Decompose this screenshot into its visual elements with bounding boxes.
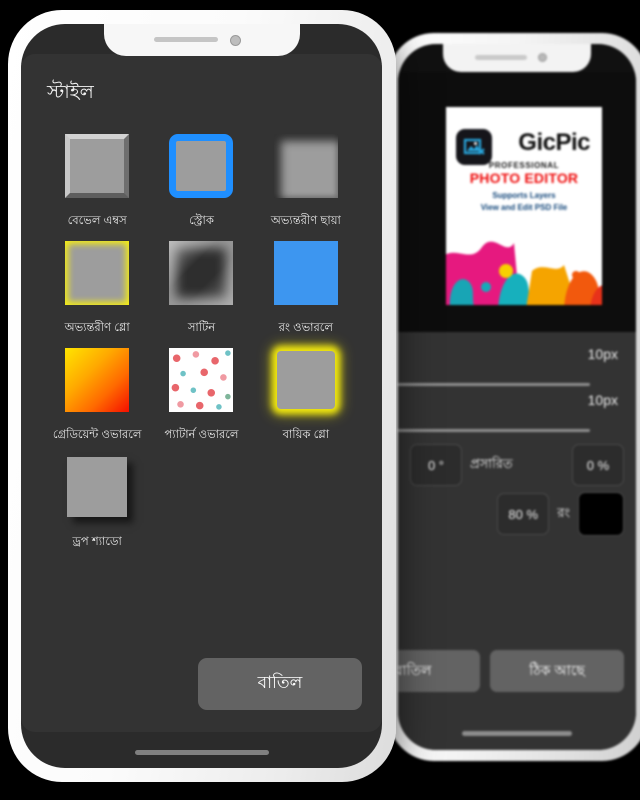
opacity-color-row: 80 % রং: [410, 492, 624, 536]
promo-image: GicPic PROFESSIONAL PHOTO EDITOR Support…: [446, 107, 602, 305]
style-item-bevel-emboss[interactable]: বেভেল এম্বস: [45, 130, 149, 231]
earpiece-speaker-icon: [153, 37, 218, 42]
gradient-overlay-thumb: [61, 344, 133, 416]
style-item-pattern-overlay[interactable]: প্যাটার্ন ওভারলে: [149, 344, 253, 445]
ok-button[interactable]: ঠিক আছে: [490, 650, 624, 692]
bevel-emboss-thumb: [61, 130, 133, 202]
opacity-field[interactable]: 80 %: [497, 493, 550, 535]
outer-glow-thumb: [270, 344, 342, 416]
style-item-label: ড্রপ শ্যাডো: [72, 536, 122, 548]
style-item-label: সাটিন: [187, 322, 216, 334]
style-item-stroke[interactable]: স্ট্রোক: [149, 130, 253, 231]
home-indicator[interactable]: [462, 731, 572, 736]
cancel-button[interactable]: বাতিল: [398, 650, 480, 692]
promo-title: GicPic: [518, 129, 590, 156]
style-grid: বেভেল এম্বস স্ট্রোক অভ্যন্তরীণ ছায়া অভ্…: [21, 130, 382, 552]
spread-field[interactable]: 0 %: [572, 444, 624, 486]
background-phone-device: GicPic PROFESSIONAL PHOTO EDITOR Support…: [388, 33, 640, 761]
style-item-label: বেভেল এম্বস: [67, 215, 127, 227]
foreground-phone-device: স্টাইল বেভেল এম্বস স্ট্রোক অভ্যন্তরীণ ছা…: [8, 10, 396, 782]
phone-notch: [103, 24, 300, 56]
promo-subtitle-1: Supports Layers: [492, 191, 556, 200]
color-overlay-thumb: [270, 237, 342, 309]
style-item-label: গ্রেডিয়েন্ট ওভারলে: [52, 429, 142, 441]
promo-subtitle-2: View and Edit PSD File: [480, 203, 568, 212]
sheet-footer: বাতিল: [21, 658, 382, 710]
style-item-satin[interactable]: সাটিন: [149, 237, 253, 338]
style-item-label: রং ওভারলে: [278, 322, 333, 334]
style-item-label: বায়িক গ্লো: [282, 429, 330, 441]
home-indicator[interactable]: [134, 750, 269, 755]
inner-glow-thumb: [61, 237, 133, 309]
color-label: রং: [557, 504, 570, 520]
front-camera-icon: [229, 35, 241, 46]
cancel-button[interactable]: বাতিল: [198, 658, 362, 710]
page-title: স্টাইল: [47, 82, 94, 103]
angle-field[interactable]: 0 °: [410, 444, 462, 486]
slider-1-track[interactable]: [398, 383, 590, 386]
style-item-label: স্ট্রোক: [189, 215, 214, 227]
drop-shadow-thumb: [61, 451, 133, 523]
pattern-overlay-thumb: [165, 344, 237, 416]
satin-thumb: [165, 237, 237, 309]
style-item-drop-shadow[interactable]: ড্রপ শ্যাডো: [45, 451, 149, 552]
slider-row-2[interactable]: 10px: [398, 392, 624, 438]
front-camera-icon: [538, 53, 547, 62]
paint-splash-graphic: [446, 241, 602, 305]
image-crop-icon: [456, 129, 492, 165]
phone-notch: [443, 44, 591, 72]
panel-button-row: বাতিল ঠিক আছে: [398, 650, 624, 692]
editor-canvas: GicPic PROFESSIONAL PHOTO EDITOR Support…: [398, 72, 636, 332]
effect-settings-panel: 10px 10px 0 ° প্রসারিত 0 % 80 % রং বাতিল: [398, 332, 636, 750]
style-item-gradient-overlay[interactable]: গ্রেডিয়েন্ট ওভারলে: [45, 344, 149, 445]
slider-1-value: 10px: [587, 346, 618, 362]
slider-row-1[interactable]: 10px: [398, 346, 624, 392]
background-phone-screen: GicPic PROFESSIONAL PHOTO EDITOR Support…: [398, 44, 636, 750]
style-item-label: অভ্যন্তরীণ গ্লো: [64, 322, 130, 334]
angle-spread-row: 0 ° প্রসারিত 0 %: [410, 444, 624, 486]
slider-2-track[interactable]: [398, 429, 590, 432]
earpiece-speaker-icon: [475, 55, 527, 60]
style-item-label: প্যাটার্ন ওভারলে: [164, 429, 239, 441]
color-swatch[interactable]: [578, 492, 624, 536]
style-item-label: অভ্যন্তরীণ ছায়া: [270, 215, 341, 227]
foreground-phone-screen: স্টাইল বেভেল এম্বস স্ট্রোক অভ্যন্তরীণ ছা…: [21, 24, 382, 768]
inner-shadow-thumb: [270, 130, 342, 202]
promo-professional-text: PROFESSIONAL: [488, 161, 560, 170]
style-picker-sheet: স্টাইল বেভেল এম্বস স্ট্রোক অভ্যন্তরীণ ছা…: [21, 54, 382, 732]
stroke-thumb: [165, 130, 237, 202]
slider-2-value: 10px: [587, 392, 618, 408]
spread-label: প্রসারিত: [470, 455, 513, 471]
style-item-color-overlay[interactable]: রং ওভারলে: [254, 237, 358, 338]
style-item-inner-shadow[interactable]: অভ্যন্তরীণ ছায়া: [254, 130, 358, 231]
style-item-outer-glow[interactable]: বায়িক গ্লো: [254, 344, 358, 445]
promo-photo-editor-text: PHOTO EDITOR: [469, 170, 579, 186]
style-item-inner-glow[interactable]: অভ্যন্তরীণ গ্লো: [45, 237, 149, 338]
